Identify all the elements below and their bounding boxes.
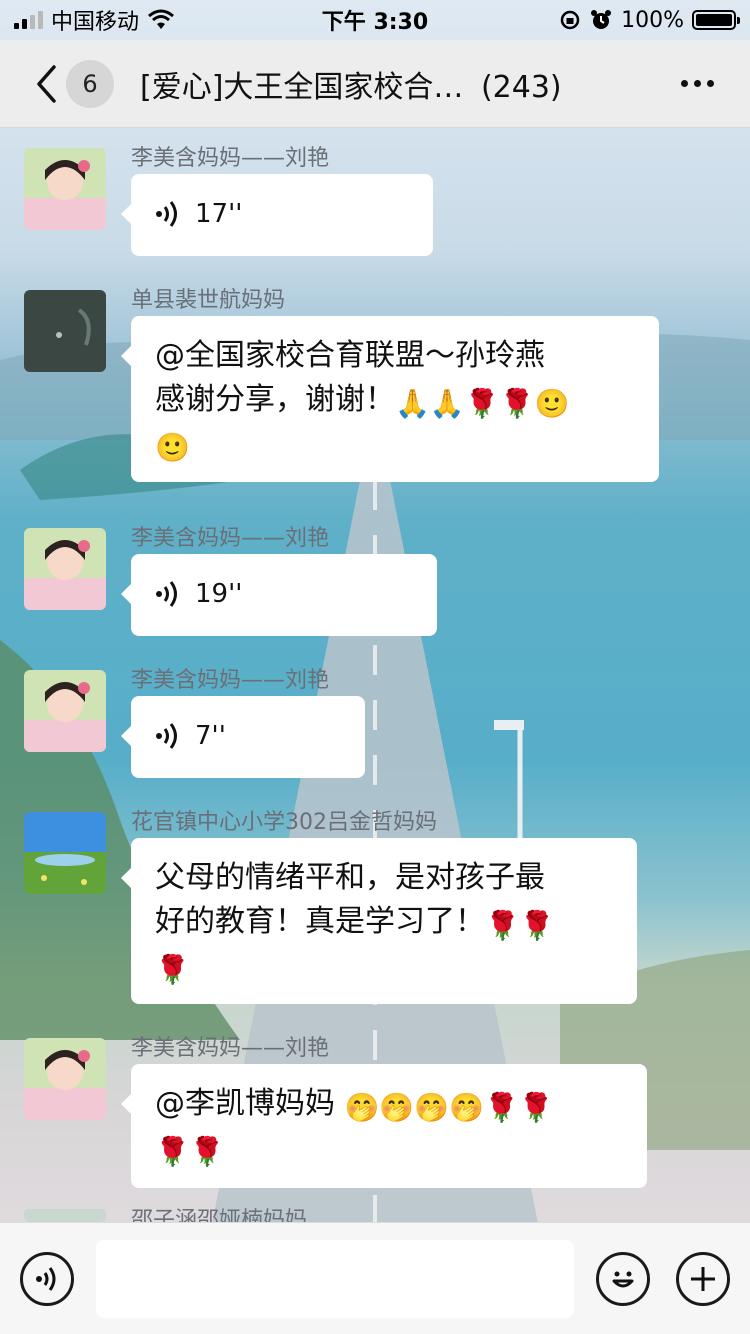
shy-emoji-icon: 🤭 xyxy=(449,1091,485,1124)
message-item: 邵子涵邵娅楠妈妈 xyxy=(24,1200,724,1222)
chat-header: 6 [爱心]大王全国家校合… (243) xyxy=(0,40,750,128)
message-text-line: 父母的情绪平和，是对孩子最 xyxy=(155,860,545,895)
message-list[interactable]: 李美含妈妈——刘艳 17'' 单县裴世航妈妈 @全国家校合育联盟～孙玲燕 感谢分… xyxy=(0,128,750,1222)
input-bar xyxy=(0,1222,750,1334)
status-right: 100% xyxy=(559,7,740,33)
message-text: @李凯博妈妈 xyxy=(155,1086,335,1121)
message-text: 好的教育！真是学习了！ xyxy=(155,904,485,939)
rose-emoji-icon: 🌹 xyxy=(155,1135,190,1168)
smiley-face-icon xyxy=(612,1271,634,1287)
message-text-line: @李凯博妈妈 🤭🤭🤭🤭🌹🌹 xyxy=(155,1082,623,1126)
message-item: 花官镇中心小学302吕金哲妈妈 父母的情绪平和，是对孩子最 好的教育！真是学习了… xyxy=(24,792,724,1022)
pray-emoji-icon: 🙏 xyxy=(429,387,465,420)
cellular-signal-icon xyxy=(14,11,43,29)
wifi-icon xyxy=(148,9,174,29)
back-button[interactable] xyxy=(26,54,66,114)
avatar[interactable] xyxy=(24,528,106,610)
avatar[interactable] xyxy=(24,1038,106,1120)
message-text-line: 🌹 xyxy=(155,944,613,988)
rose-emoji-icon: 🌹 xyxy=(499,387,535,420)
message-text-line: 好的教育！真是学习了！🌹🌹 xyxy=(155,900,613,944)
dark-avatar-image xyxy=(24,290,106,372)
smile-emoji-icon: 🙂 xyxy=(534,387,570,420)
status-left: 中国移动 xyxy=(14,4,175,36)
shy-emoji-icon: 🤭 xyxy=(379,1091,415,1124)
message-item: 李美含妈妈——刘艳 7'' xyxy=(24,650,724,780)
status-bar: 中国移动 下午 3:30 100% xyxy=(0,0,750,40)
rose-emoji-icon: 🌹 xyxy=(485,909,520,942)
voice-wave-icon xyxy=(156,723,177,749)
text-message-bubble[interactable]: @全国家校合育联盟～孙玲燕 感谢分享，谢谢！🙏🙏🌹🌹🙂 🙂 xyxy=(121,316,659,482)
sender-name: 花官镇中心小学302吕金哲妈妈 xyxy=(131,810,437,835)
landscape-avatar-image xyxy=(24,812,106,894)
shy-emoji-icon: 🤭 xyxy=(414,1091,450,1124)
sender-name: 李美含妈妈——刘艳 xyxy=(131,1036,330,1061)
voice-message-bubble[interactable]: 17'' xyxy=(121,174,433,256)
message-item: 李美含妈妈——刘艳 17'' xyxy=(24,128,724,258)
avatar[interactable] xyxy=(24,1208,106,1222)
rose-emoji-icon: 🌹 xyxy=(519,909,555,942)
smile-emoji-icon: 🙂 xyxy=(155,431,190,464)
sender-name: 单县裴世航妈妈 xyxy=(131,288,286,313)
avatar[interactable] xyxy=(24,290,106,372)
partial-avatar-image xyxy=(24,1209,106,1222)
voice-wave-icon xyxy=(36,1266,56,1291)
chevron-left-icon xyxy=(37,64,56,103)
message-item: 李美含妈妈——刘艳 19'' xyxy=(24,508,724,638)
voice-duration: 17'' xyxy=(195,199,243,229)
girl-avatar-image xyxy=(24,148,106,230)
group-name: [爱心]大王全国家校合… xyxy=(140,69,464,105)
emoji-button[interactable] xyxy=(596,1251,650,1306)
message-text-line: 感谢分享，谢谢！🙏🙏🌹🌹🙂 xyxy=(155,378,635,422)
rose-emoji-icon: 🌹 xyxy=(189,1135,225,1168)
more-functions-button[interactable] xyxy=(676,1251,730,1306)
voice-wave-icon xyxy=(156,201,177,227)
voice-input-button[interactable] xyxy=(20,1251,74,1306)
rose-emoji-icon: 🌹 xyxy=(518,1091,554,1124)
rose-emoji-icon: 🌹 xyxy=(484,1091,519,1124)
girl-avatar-image xyxy=(24,528,106,610)
battery-percent: 100% xyxy=(621,7,684,33)
message-text-line: @全国家校合育联盟～孙玲燕 xyxy=(155,338,545,373)
avatar[interactable] xyxy=(24,670,106,752)
girl-avatar-image xyxy=(24,1038,106,1120)
sender-name: 李美含妈妈——刘艳 xyxy=(131,526,330,551)
message-item: 单县裴世航妈妈 @全国家校合育联盟～孙玲燕 感谢分享，谢谢！🙏🙏🌹🌹🙂 🙂 xyxy=(24,270,724,500)
voice-duration: 7'' xyxy=(195,721,226,751)
voice-wave-icon xyxy=(156,581,177,607)
orientation-lock-icon xyxy=(560,10,580,30)
voice-message-bubble[interactable]: 7'' xyxy=(121,696,365,778)
voice-message-bubble[interactable]: 19'' xyxy=(121,554,437,636)
message-text-line: 🌹🌹 xyxy=(155,1126,623,1170)
sender-name: 邵子涵邵娅楠妈妈 xyxy=(131,1208,308,1222)
member-count: (243) xyxy=(480,69,562,105)
sender-name: 李美含妈妈——刘艳 xyxy=(131,146,330,171)
text-message-bubble[interactable]: 父母的情绪平和，是对孩子最 好的教育！真是学习了！🌹🌹 🌹 xyxy=(121,838,637,1004)
avatar[interactable] xyxy=(24,148,106,230)
avatar[interactable] xyxy=(24,812,106,894)
plus-icon xyxy=(691,1266,715,1291)
shy-emoji-icon: 🤭 xyxy=(344,1091,380,1124)
battery-icon xyxy=(692,10,740,30)
message-text-line: 🙂 xyxy=(155,422,635,466)
pray-emoji-icon: 🙏 xyxy=(395,387,430,420)
message-text: 感谢分享，谢谢！ xyxy=(155,382,395,417)
alarm-clock-icon xyxy=(591,10,612,29)
rose-emoji-icon: 🌹 xyxy=(464,387,500,420)
more-options-button[interactable] xyxy=(681,80,714,87)
voice-duration: 19'' xyxy=(195,579,243,609)
rose-emoji-icon: 🌹 xyxy=(155,953,190,986)
text-message-bubble[interactable]: @李凯博妈妈 🤭🤭🤭🤭🌹🌹 🌹🌹 xyxy=(121,1064,647,1188)
message-item: 李美含妈妈——刘艳 @李凯博妈妈 🤭🤭🤭🤭🌹🌹 🌹🌹 xyxy=(24,1018,724,1208)
unread-count-badge[interactable]: 6 xyxy=(66,59,114,108)
chat-title[interactable]: [爱心]大王全国家校合… (243) xyxy=(140,62,620,106)
message-input[interactable] xyxy=(96,1239,574,1318)
sender-name: 李美含妈妈——刘艳 xyxy=(131,668,330,693)
carrier-label: 中国移动 xyxy=(51,10,140,35)
girl-avatar-image xyxy=(24,670,106,752)
